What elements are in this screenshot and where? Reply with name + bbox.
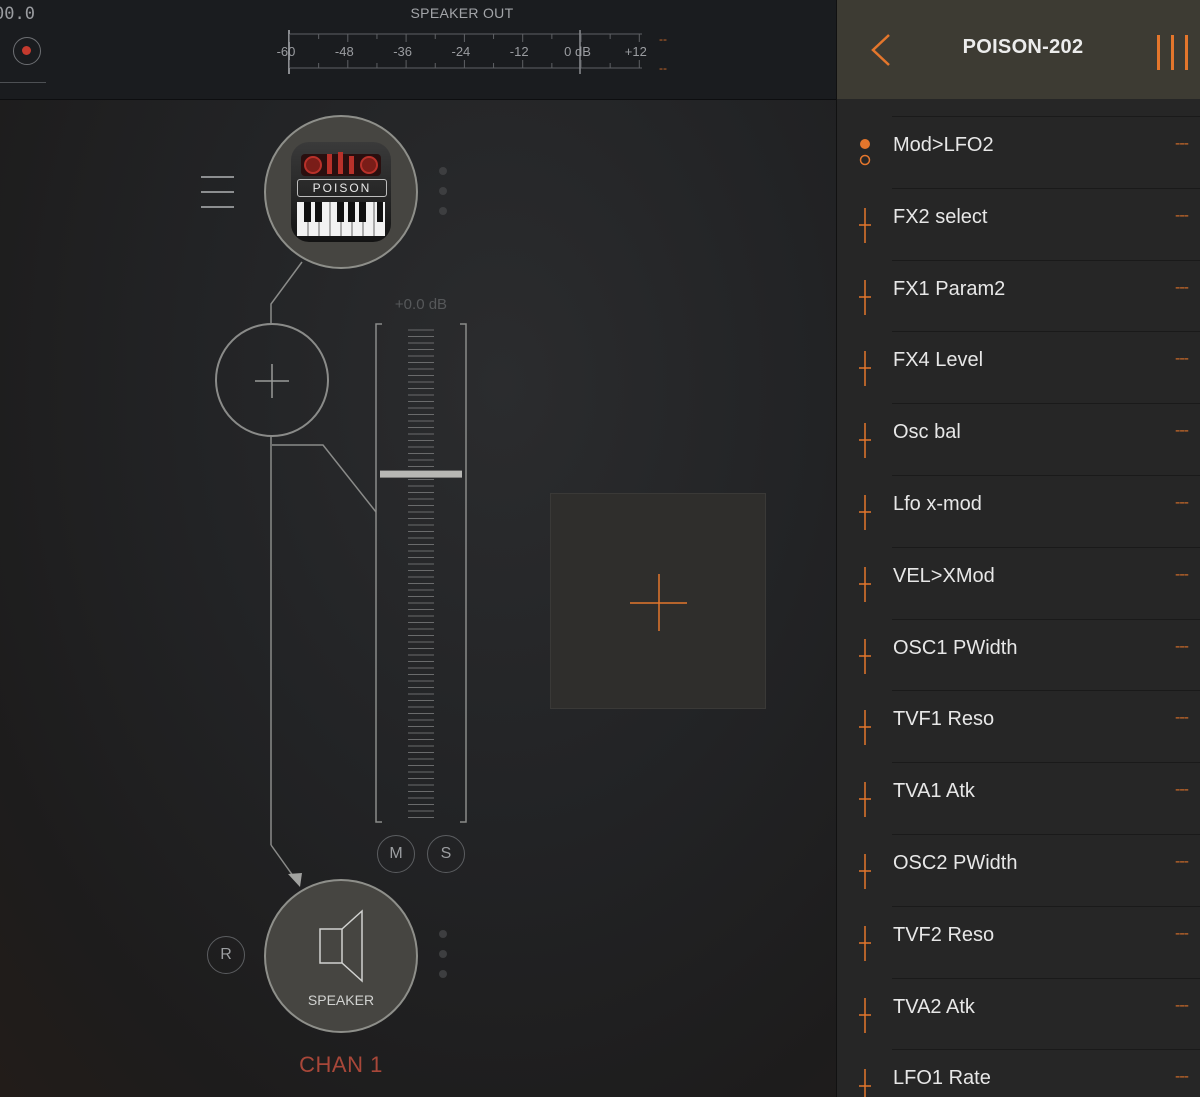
parameter-value: ---: [1175, 924, 1189, 942]
parameter-row[interactable]: TVA2 Atk ---: [837, 961, 1200, 1033]
mixer-area: 00.0 SPEAKER OUT -60-48-36-24-120 dB+12 …: [0, 0, 836, 1097]
plus-icon: [630, 574, 687, 631]
parameter-row[interactable]: TVF2 Reso ---: [837, 889, 1200, 961]
parameter-row[interactable]: TVF1 Reso ---: [837, 673, 1200, 746]
parameter-value: ---: [1175, 781, 1189, 799]
instrument-options-icon[interactable]: [439, 167, 447, 227]
midi-unassigned-icon: [859, 494, 871, 530]
parameter-value: ---: [1175, 278, 1189, 296]
parameter-row[interactable]: VEL>XMod ---: [837, 530, 1200, 602]
parameter-row[interactable]: FX1 Param2 ---: [837, 243, 1200, 315]
midi-unassigned-icon: [859, 351, 871, 387]
channel-name[interactable]: CHAN 1: [264, 1052, 418, 1078]
parameter-value: ---: [1175, 1068, 1189, 1086]
selected-marker-icon: [859, 139, 871, 166]
record-arm-button[interactable]: R: [207, 936, 245, 974]
parameter-name: Osc bal: [893, 421, 961, 444]
parameter-value: ---: [1175, 996, 1189, 1014]
parameter-value: ---: [1175, 206, 1189, 224]
panel-title: POISON-202: [962, 36, 1084, 58]
poison-synth-icon: POISON: [291, 142, 391, 242]
parameter-name: FX2 select: [893, 205, 988, 228]
parameter-name: VEL>XMod: [893, 564, 995, 587]
output-options-icon[interactable]: [439, 930, 447, 990]
row-divider: [892, 187, 1200, 189]
add-channel-button[interactable]: [550, 493, 766, 709]
parameter-row[interactable]: Mod>LFO2 ---: [837, 99, 1200, 171]
mute-button[interactable]: M: [377, 835, 415, 873]
parameter-row[interactable]: FX4 Level ---: [837, 314, 1200, 387]
midi-unassigned-icon: [859, 207, 871, 243]
speaker-icon: [319, 909, 363, 983]
parameter-row[interactable]: OSC1 PWidth ---: [837, 602, 1200, 674]
parameter-row[interactable]: Lfo x-mod ---: [837, 458, 1200, 530]
plus-icon: [255, 364, 289, 398]
row-divider: [892, 1049, 1200, 1051]
parameter-row[interactable]: Osc bal ---: [837, 386, 1200, 459]
row-divider: [892, 977, 1200, 979]
midi-unassigned-icon: [859, 997, 871, 1033]
midi-unassigned-icon: [859, 638, 871, 674]
parameter-value: ---: [1175, 852, 1189, 870]
parameter-name: FX4 Level: [893, 349, 984, 372]
midi-unassigned-icon: [859, 853, 871, 889]
row-divider: [892, 618, 1200, 620]
parameter-row[interactable]: FX2 select ---: [837, 171, 1200, 243]
parameter-name: FX1 Param2: [893, 277, 1006, 300]
row-divider: [892, 905, 1200, 907]
parameter-row[interactable]: TVA1 Atk ---: [837, 745, 1200, 818]
back-chevron-icon[interactable]: [869, 33, 893, 69]
volume-fader[interactable]: [374, 322, 468, 826]
parameter-value: ---: [1175, 493, 1189, 511]
parameter-value: ---: [1175, 709, 1189, 727]
midi-unassigned-icon: [859, 710, 871, 746]
row-divider: [892, 474, 1200, 476]
add-effect-button[interactable]: [215, 323, 329, 437]
parameter-name: TVF2 Reso: [893, 923, 995, 946]
midi-unassigned-icon: [859, 1069, 871, 1097]
row-divider: [892, 762, 1200, 764]
parameter-name: TVA1 Atk: [893, 780, 975, 803]
parameter-panel: POISON-202 Mod>LFO2 --- FX2 select --- FX1 P…: [836, 0, 1200, 1097]
parameter-list: Mod>LFO2 --- FX2 select --- FX1 Param2 --- FX4…: [837, 99, 1200, 1097]
parameter-value: ---: [1175, 350, 1189, 368]
synth-logo-text: POISON: [297, 179, 387, 197]
parameter-name: OSC1 PWidth: [893, 636, 1018, 659]
midi-unassigned-icon: [859, 279, 871, 315]
parameter-name: TVA2 Atk: [893, 995, 975, 1018]
track-menu-icon[interactable]: [201, 176, 234, 210]
parameter-name: Lfo x-mod: [893, 492, 982, 515]
row-divider: [892, 546, 1200, 548]
midi-unassigned-icon: [859, 782, 871, 818]
row-divider: [892, 259, 1200, 261]
panel-menu-icon[interactable]: [1157, 35, 1191, 71]
gain-readout: +0.0 dB: [394, 296, 448, 313]
row-divider: [892, 331, 1200, 333]
row-divider: [892, 690, 1200, 692]
panel-header: POISON-202: [837, 0, 1200, 99]
midi-unassigned-icon: [859, 566, 871, 602]
parameter-value: ---: [1175, 135, 1189, 152]
solo-button[interactable]: S: [427, 835, 465, 873]
parameter-value: ---: [1175, 637, 1189, 655]
parameter-name: Mod>LFO2: [893, 134, 994, 156]
midi-unassigned-icon: [859, 925, 871, 961]
parameter-name: LFO1 Rate: [893, 1067, 991, 1090]
parameter-name: TVF1 Reso: [893, 708, 995, 731]
output-label: SPEAKER: [307, 992, 375, 1008]
parameter-value: ---: [1175, 565, 1189, 583]
parameter-row[interactable]: LFO1 Rate ---: [837, 1032, 1200, 1097]
row-divider: [892, 833, 1200, 835]
row-divider: [892, 403, 1200, 405]
parameter-value: ---: [1175, 422, 1189, 440]
midi-unassigned-icon: [859, 423, 871, 459]
parameter-row[interactable]: OSC2 PWidth ---: [837, 817, 1200, 889]
parameter-name: OSC2 PWidth: [893, 851, 1018, 874]
fader-handle[interactable]: [380, 470, 462, 478]
instrument-node[interactable]: POISON: [264, 115, 418, 269]
row-divider: [892, 116, 1200, 117]
output-node[interactable]: SPEAKER: [264, 879, 418, 1033]
